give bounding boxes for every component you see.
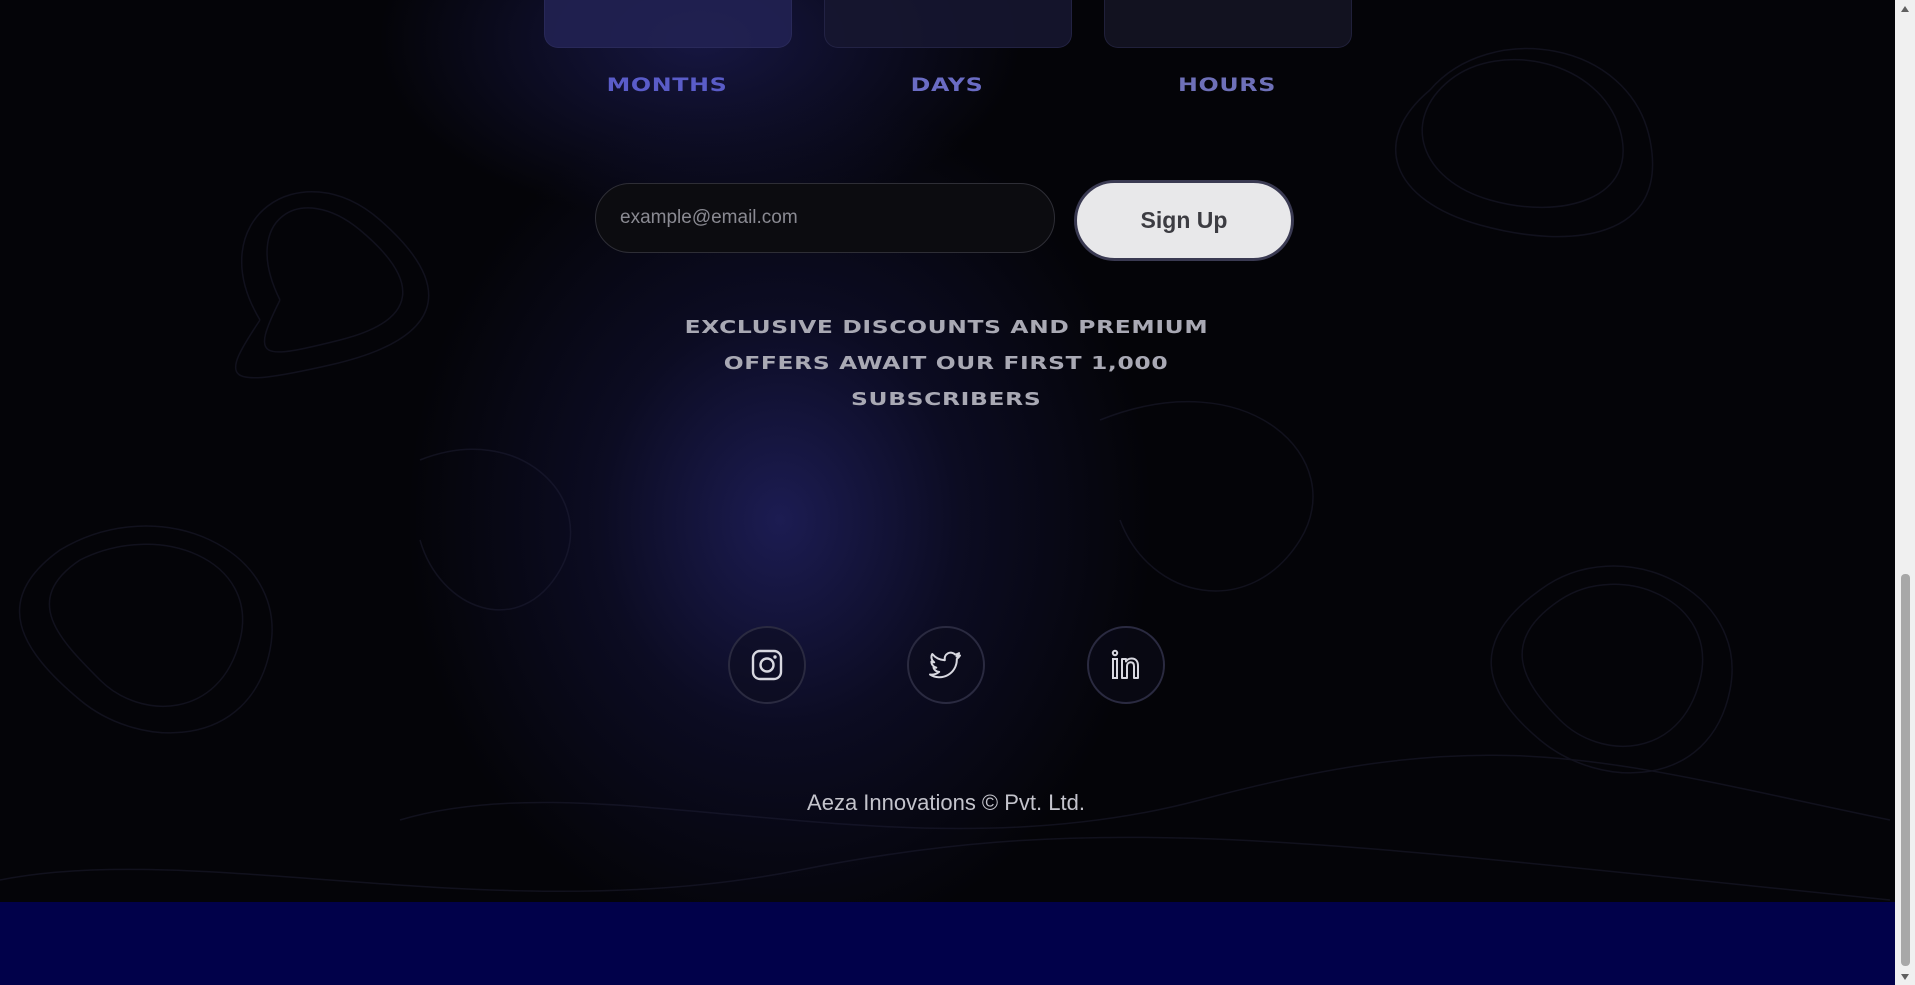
promo-text: EXCLUSIVE DISCOUNTS AND PREMIUM OFFERS A… [650, 310, 1242, 418]
footer-copyright: Aeza Innovations © Pvt. Ltd. [807, 790, 1085, 815]
page: MONTHS DAYS HOURS Sign Up EXCLUSIVE DISC… [0, 0, 1895, 985]
promo-line-3: SUBSCRIBERS [850, 389, 1042, 410]
countdown-box-days [824, 0, 1072, 48]
countdown-box-hours [1104, 0, 1352, 48]
bottom-bar [0, 902, 1895, 985]
linkedin-link[interactable] [1087, 626, 1165, 704]
sign-up-button[interactable]: Sign Up [1074, 180, 1294, 261]
countdown-label-months: MONTHS [606, 74, 728, 96]
email-input[interactable] [595, 183, 1055, 253]
scrollbar-thumb[interactable] [1901, 574, 1910, 966]
twitter-icon [929, 651, 961, 679]
instagram-icon [751, 649, 783, 681]
countdown-label-days: DAYS [910, 74, 984, 96]
linkedin-icon [1111, 649, 1139, 679]
countdown-box-months [544, 0, 792, 48]
vertical-scrollbar[interactable] [1895, 0, 1915, 985]
twitter-link[interactable] [907, 626, 985, 704]
promo-line-1: EXCLUSIVE DISCOUNTS AND PREMIUM [684, 317, 1208, 338]
instagram-link[interactable] [728, 626, 806, 704]
scroll-up-arrow-icon[interactable] [1895, 0, 1915, 17]
countdown-label-hours: HOURS [1178, 74, 1276, 96]
scroll-down-arrow-icon[interactable] [1895, 968, 1915, 985]
topographic-background [0, 47, 1891, 901]
promo-line-2: OFFERS AWAIT OUR FIRST 1,000 [723, 353, 1169, 374]
